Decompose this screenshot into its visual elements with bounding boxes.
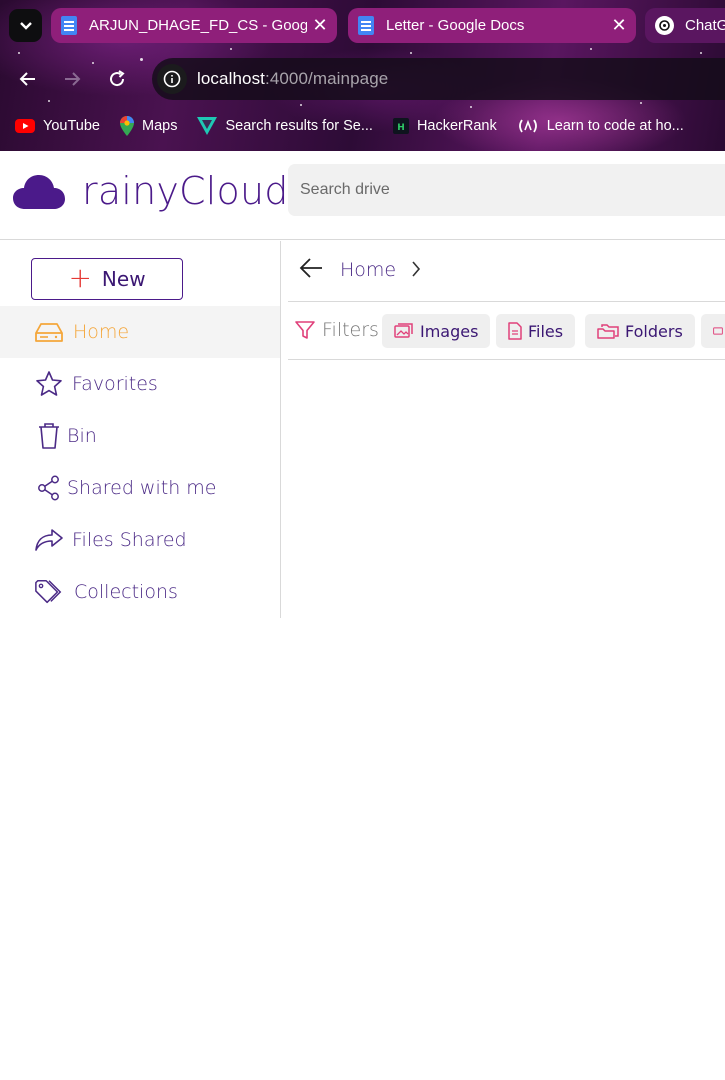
bookmark-maps[interactable]: Maps [119,116,177,136]
bookmark-learn-to-code[interactable]: Learn to code at ho... [517,118,684,134]
file-icon [508,322,522,340]
maps-pin-icon [119,116,134,136]
sidebar: + New Home Favorites Bin Shared with me … [0,241,281,618]
freecodecamp-icon [517,118,539,134]
breadcrumb-home[interactable]: Home [340,259,396,281]
share-icon [34,473,64,503]
sidebar-item-label: Collections [74,581,178,603]
tab-title: ChatG [685,17,725,34]
chevron-down-icon [19,21,32,30]
sidebar-item-shared-with-me[interactable]: Shared with me [0,462,280,514]
tab-title: Letter - Google Docs [386,17,525,34]
tab-search-button[interactable] [9,9,42,42]
chevron-right-icon [409,258,423,285]
bookmark-search-results[interactable]: Search results for Se... [197,117,373,135]
back-button[interactable] [15,66,41,92]
google-docs-icon [61,16,77,35]
svg-text:H: H [397,123,405,133]
address-bar[interactable]: localhost:4000/mainpage [152,58,725,100]
images-icon [394,323,413,338]
filter-chip-files[interactable]: Files [496,314,576,348]
filters-label: Filters [294,319,379,341]
sidebar-item-label: Home [73,321,130,343]
sidebar-item-home[interactable]: Home [0,306,280,358]
breadcrumb: Home [288,241,725,302]
search-input[interactable] [288,164,725,216]
sidebar-item-label: Files Shared [72,529,187,551]
reload-button[interactable] [104,66,130,92]
browser-tab-letter[interactable]: Letter - Google Docs ✕ [348,8,636,43]
plus-icon: + [68,260,92,294]
funnel-icon [295,321,315,339]
sidebar-item-files-shared[interactable]: Files Shared [0,514,280,566]
brand-name: rainyCloud [82,169,289,213]
browser-tab-arjun[interactable]: ARJUN_DHAGE_FD_CS - Google ✕ [51,8,337,43]
tab-title: ARJUN_DHAGE_FD_CS - Google [89,17,307,34]
sidebar-item-label: Favorites [72,373,158,395]
sidebar-item-bin[interactable]: Bin [0,410,280,462]
arrow-left-icon [19,72,35,86]
reload-icon [110,70,125,87]
browser-chrome: ARJUN_DHAGE_FD_CS - Google ✕ Letter - Go… [0,0,725,151]
filter-chip-more[interactable] [701,314,725,348]
youtube-icon [15,119,35,133]
trash-icon [34,421,64,451]
filter-chip-images[interactable]: Images [382,314,491,348]
bookmarks-bar: YouTube Maps Search results for Se... H … [0,112,704,140]
close-icon[interactable]: ✕ [307,15,333,36]
cloud-logo-icon [13,175,65,209]
chatgpt-icon [655,16,674,35]
arrow-right-icon [65,72,81,86]
close-icon[interactable]: ✕ [606,15,632,36]
filter-bar: Filters Images Files Folders [288,303,725,360]
filter-chip-folders[interactable]: Folders [585,314,695,348]
vuetify-icon [197,117,218,135]
bookmark-hackerrank[interactable]: H HackerRank [392,118,497,134]
sidebar-item-collections[interactable]: Collections [0,566,280,618]
site-info-icon[interactable] [157,64,187,94]
browser-tab-chatgpt[interactable]: ChatG [645,8,725,43]
app-header: rainyCloud [0,151,725,240]
new-button-label: New [101,267,146,291]
sidebar-item-favorites[interactable]: Favorites [0,358,280,410]
box-icon [713,327,723,335]
bookmark-youtube[interactable]: YouTube [15,118,100,134]
new-button[interactable]: + New [31,258,183,300]
star-icon [34,369,64,399]
google-docs-icon [358,16,374,35]
sidebar-item-label: Shared with me [67,477,217,499]
hackerrank-icon: H [392,118,409,134]
drive-icon [34,317,64,347]
url-text: localhost:4000/mainpage [197,69,389,88]
folders-icon [597,324,619,339]
tag-icon [34,577,64,607]
forward-icon [34,525,64,555]
arrow-left-icon[interactable] [298,256,324,285]
forward-button[interactable] [59,66,85,92]
sidebar-item-label: Bin [67,425,97,447]
